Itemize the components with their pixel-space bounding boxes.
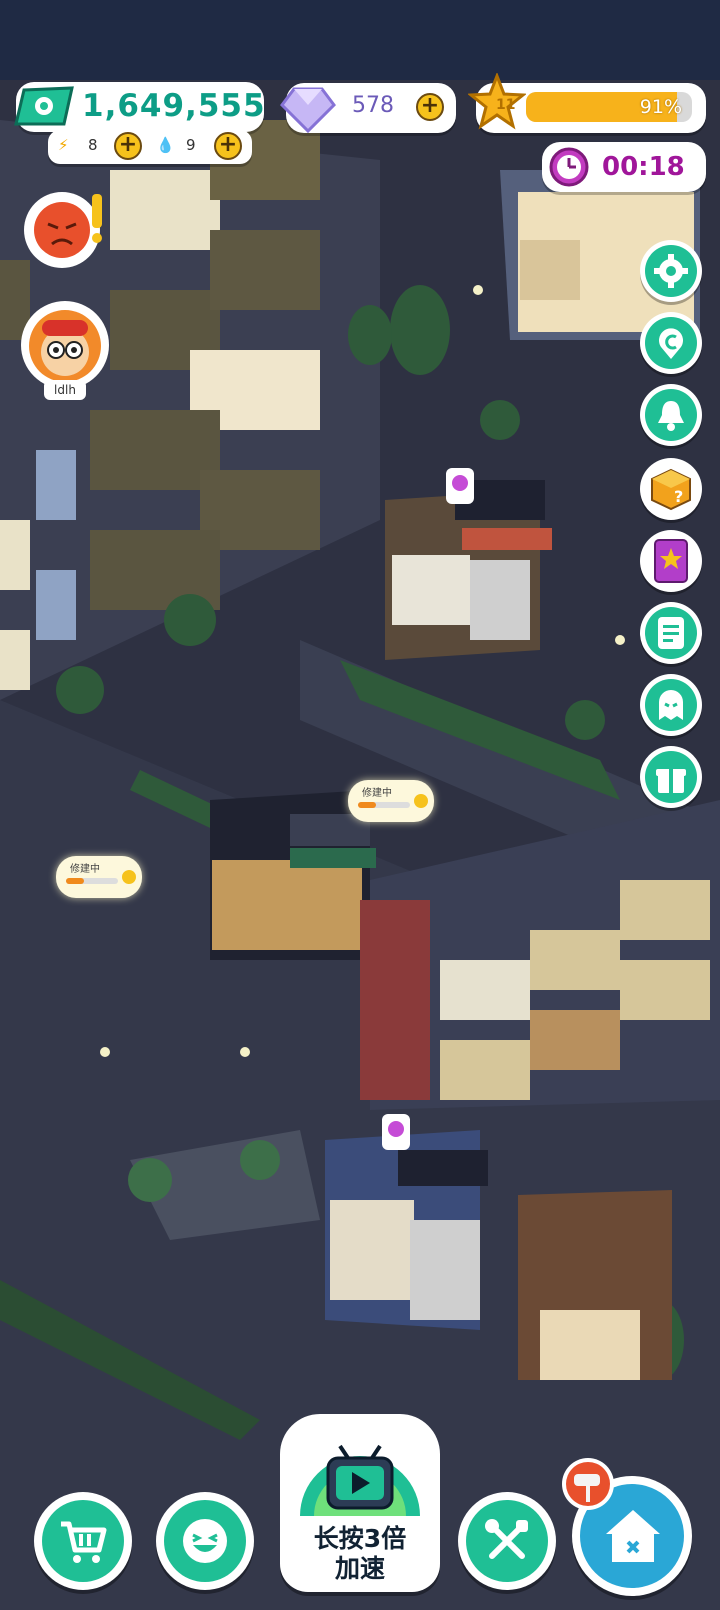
coin-icon [414, 794, 428, 808]
laugh-face-icon [183, 1519, 227, 1563]
complaint-alert-button[interactable] [22, 186, 114, 272]
star-book-button[interactable] [640, 530, 702, 592]
emote-button[interactable] [156, 1492, 254, 1590]
star-book-icon [654, 539, 688, 583]
construction-progress [358, 802, 410, 808]
shop-button[interactable] [34, 1492, 132, 1590]
level-progress: 91% 11 [468, 73, 706, 133]
diamond-icon [280, 87, 336, 134]
notes-icon [658, 617, 684, 649]
construction-bubble[interactable]: 修建中 [56, 856, 142, 898]
cash-icon [14, 86, 74, 126]
coin-icon [122, 870, 136, 884]
gem-counter: 578 + [280, 83, 456, 134]
tasks-button[interactable] [640, 602, 702, 664]
timer-value: 00:18 [602, 152, 685, 182]
add-energy-button[interactable]: + [114, 132, 142, 160]
player-name: ldlh [44, 380, 86, 400]
water-drop-icon: 💧 [156, 136, 175, 154]
ghost-icon [659, 690, 683, 720]
currency-c-icon [659, 328, 683, 359]
tools-icon [485, 1519, 528, 1559]
water-value: 9 [186, 136, 196, 154]
svg-text:?: ? [674, 487, 683, 506]
notifications-button[interactable] [640, 384, 702, 446]
grocery-shop [210, 790, 376, 960]
level-progress-label: 91% [639, 96, 682, 118]
lightning-icon: ⚡ [58, 136, 69, 154]
construction-label: 修建中 [70, 864, 100, 875]
gem-value: 578 [352, 93, 394, 118]
construction-label: 修建中 [362, 788, 392, 799]
level-progress-bar: 91% [526, 92, 692, 122]
gift-button[interactable] [640, 746, 702, 808]
avatar [21, 301, 109, 389]
settings-button[interactable] [640, 240, 702, 302]
add-gems-button[interactable]: + [416, 93, 444, 121]
gift-icon [656, 769, 686, 793]
shop-brown [518, 1190, 672, 1380]
energy-value: 8 [88, 136, 98, 154]
shop-bottom [325, 1130, 488, 1330]
money-value: 1,649,555 [82, 88, 266, 124]
mystery-box-icon: ? [651, 468, 691, 511]
currency-exchange-button[interactable] [640, 312, 702, 374]
shop-cart-icon [61, 1521, 107, 1563]
add-water-button[interactable]: + [214, 132, 242, 160]
gear-icon [654, 254, 688, 288]
player-avatar[interactable]: ldlh [20, 300, 110, 406]
resource-bar: ⚡ 8 + 💧 9 + [48, 130, 252, 164]
construction-bubble[interactable]: 修建中 [348, 780, 434, 822]
speed-up-label-line1: 长按3倍 [313, 1524, 407, 1553]
event-timer[interactable]: 00:18 [542, 142, 706, 192]
level-number: 11 [496, 97, 516, 113]
bell-icon [658, 401, 684, 431]
tv-play-icon [300, 1444, 420, 1516]
speed-up-label-line2: 加速 [334, 1554, 385, 1583]
mystery-box-button[interactable]: ? [640, 458, 702, 520]
clock-icon [549, 147, 589, 187]
build-tools-button[interactable] [458, 1492, 556, 1590]
paint-roller-icon [562, 1458, 614, 1510]
social-button[interactable] [640, 674, 702, 736]
shop-middle [385, 480, 552, 660]
speed-up-button[interactable]: 长按3倍 加速 [280, 1414, 440, 1592]
angry-face-icon [24, 192, 102, 268]
construction-progress [66, 878, 118, 884]
money-counter: 1,649,555 [14, 82, 266, 132]
